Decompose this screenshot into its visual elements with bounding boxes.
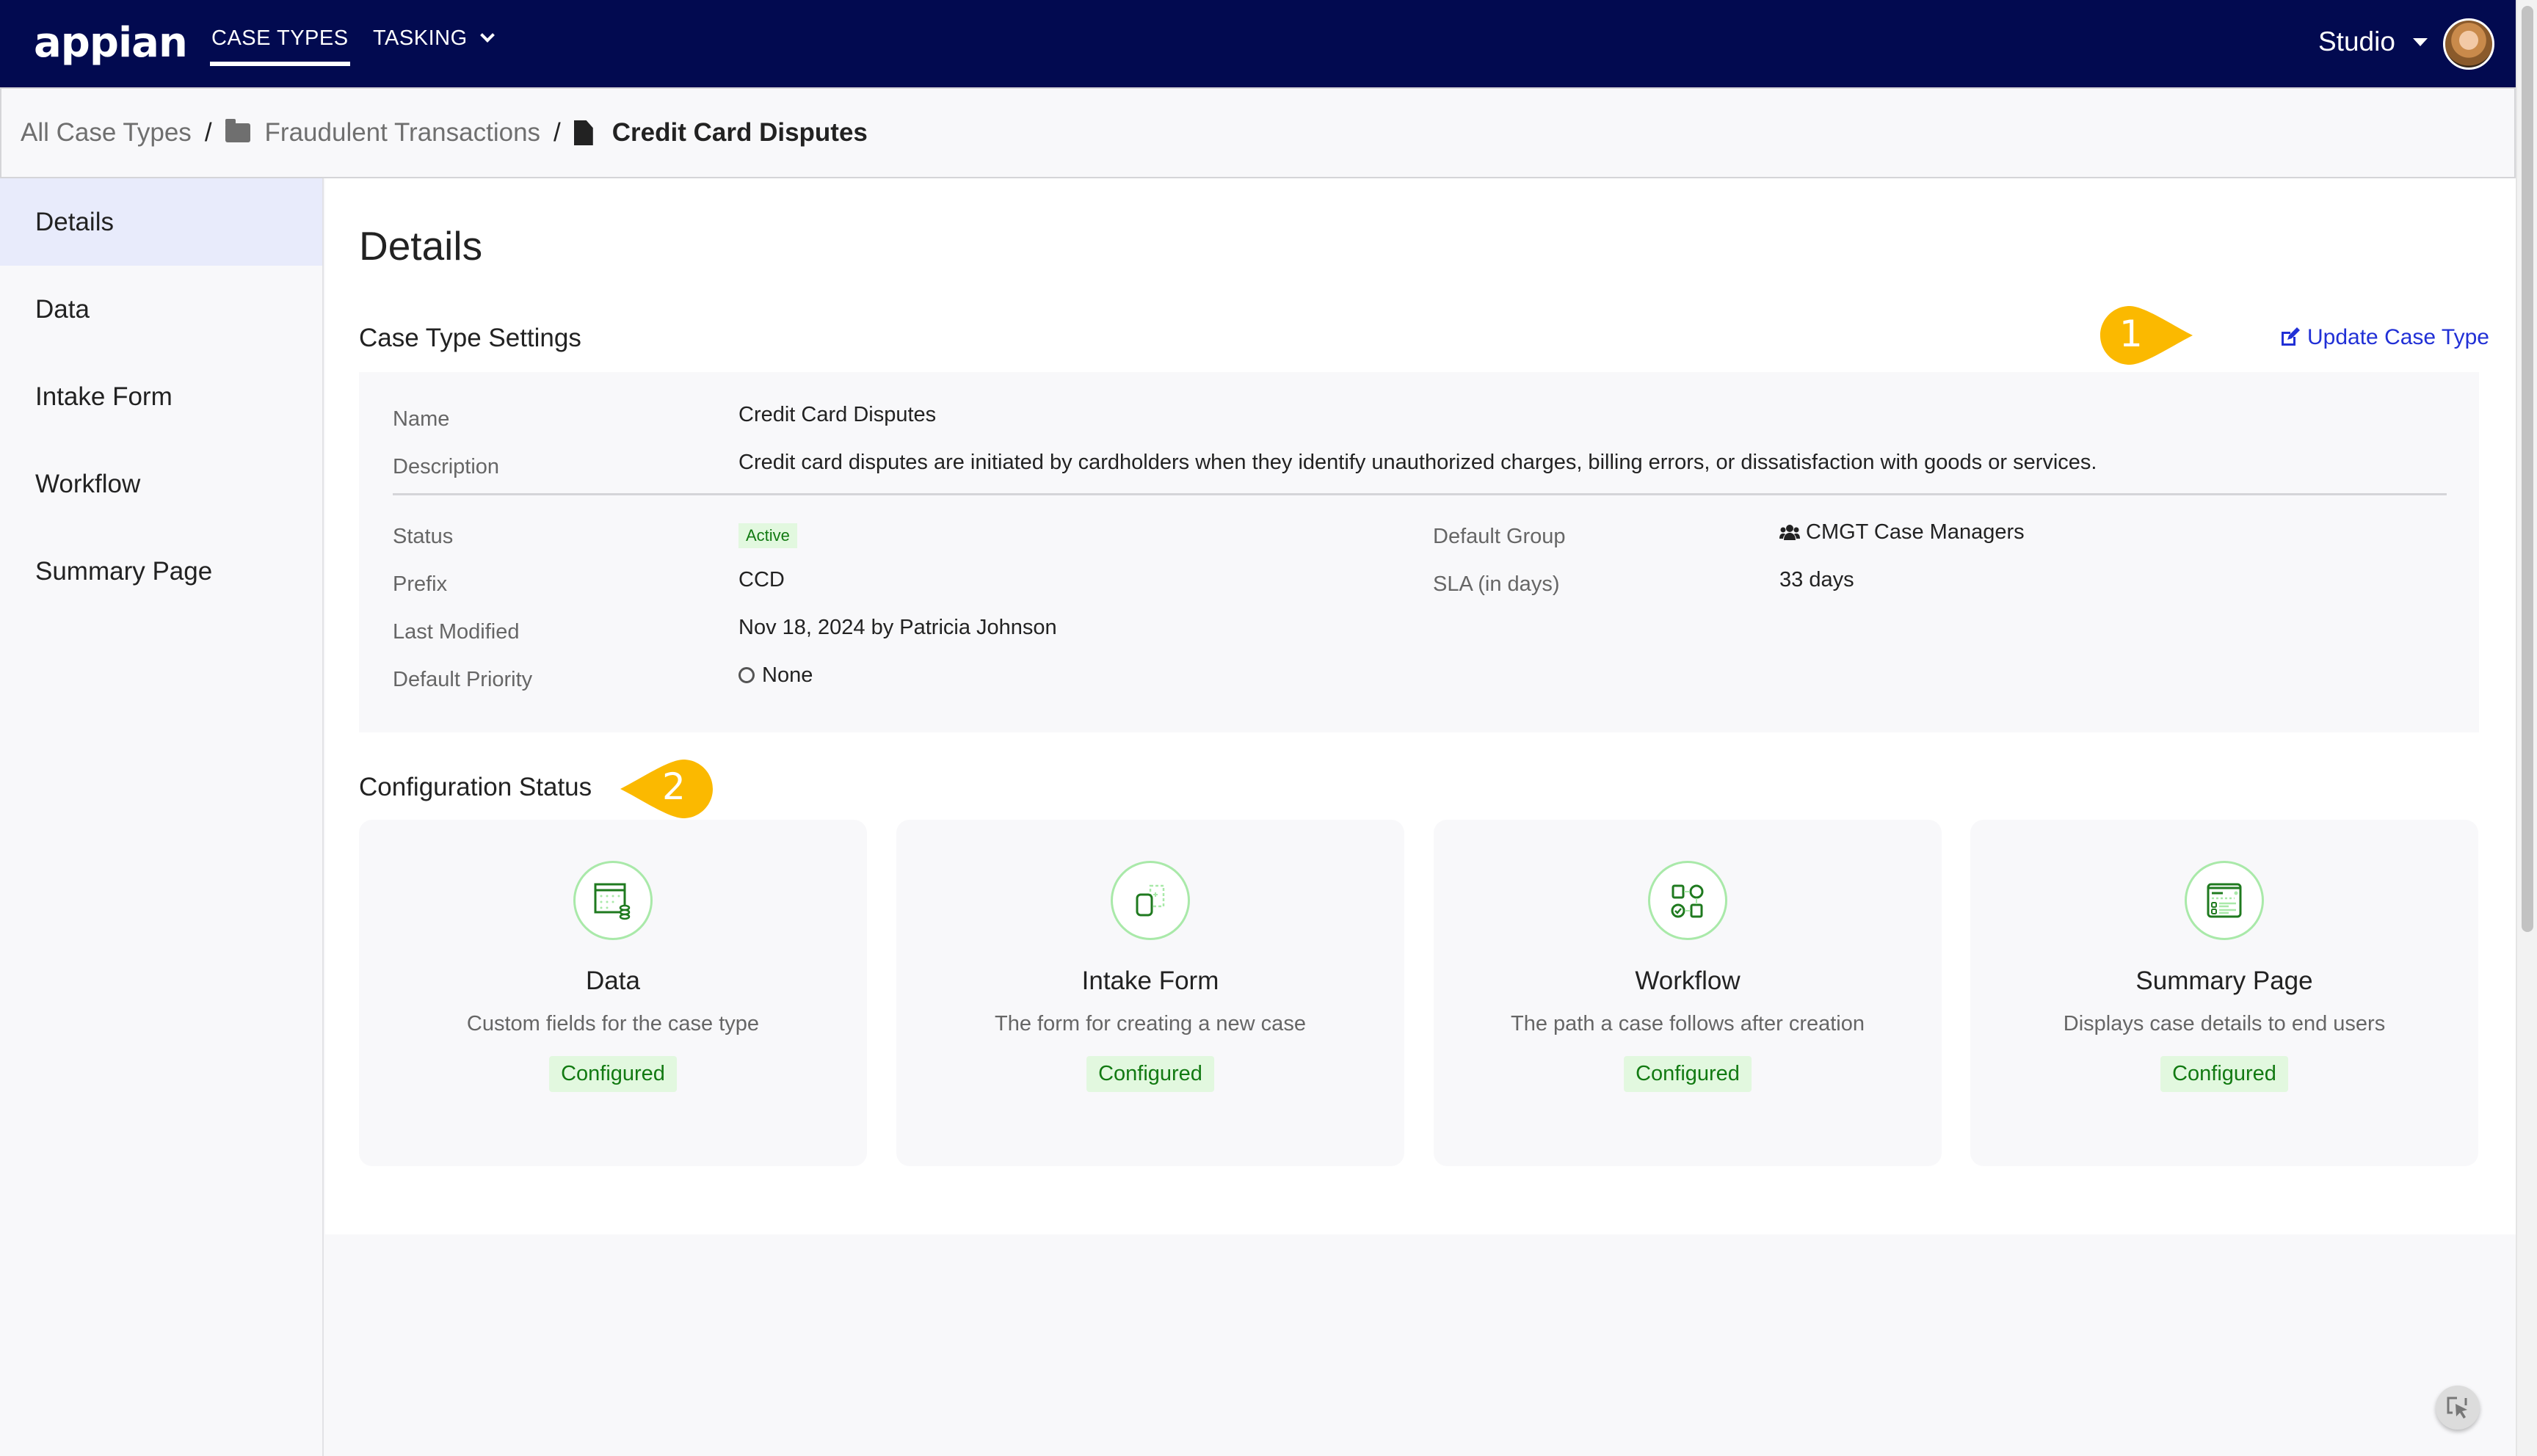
nav-tab-case-types[interactable]: CASE TYPES — [210, 26, 350, 66]
folder-icon — [225, 119, 250, 142]
description-label: Description — [393, 455, 500, 478]
vertical-scrollbar[interactable] — [2516, 0, 2537, 1456]
last-modified-value: Nov 18, 2024 by Patricia Johnson — [738, 616, 1057, 639]
sidebar-item-details[interactable]: Details — [0, 178, 322, 266]
prefix-value: CCD — [738, 568, 785, 592]
caret-down-icon — [2413, 38, 2428, 46]
chevron-down-icon — [480, 28, 496, 43]
default-group-label: Default Group — [1433, 525, 1566, 548]
update-case-type-link[interactable]: Update Case Type — [2279, 325, 2489, 350]
nav-tab-tasking[interactable]: TASKING — [373, 26, 496, 51]
users-group-icon — [1779, 525, 1800, 540]
card-description: Custom fields for the case type — [466, 1012, 760, 1035]
sla-value: 33 days — [1779, 568, 1854, 592]
active-tab-underline — [210, 62, 350, 66]
annotation-number-2: 2 — [662, 765, 686, 808]
page-title: Details — [359, 223, 483, 269]
sidebar-item-data[interactable]: Data — [0, 266, 322, 353]
sidebar-item-summary-page[interactable]: Summary Page — [0, 528, 322, 615]
default-priority-label: Default Priority — [393, 668, 533, 691]
last-modified-label: Last Modified — [393, 620, 520, 644]
configured-badge: Configured — [549, 1056, 677, 1092]
config-card-workflow[interactable]: Workflow The path a case follows after c… — [1434, 820, 1942, 1166]
breadcrumb: All Case Types / Fraudulent Transactions… — [21, 118, 868, 148]
config-card-intake-form[interactable]: Intake Form The form for creating a new … — [896, 820, 1404, 1166]
card-title: Workflow — [1635, 967, 1741, 995]
card-description: Displays case details to end users — [2063, 1012, 2386, 1035]
configured-badge: Configured — [1086, 1056, 1214, 1092]
status-badge: Active — [738, 523, 797, 548]
edit-icon — [2282, 327, 2300, 346]
studio-menu-button[interactable]: Studio — [2318, 26, 2428, 57]
file-icon — [573, 120, 593, 145]
configuration-status-heading: Configuration Status — [359, 773, 592, 801]
card-title: Summary Page — [2135, 967, 2313, 995]
intake-form-icon — [1111, 861, 1190, 940]
default-priority-value: None — [738, 663, 813, 688]
scrollbar-thumb[interactable] — [2522, 6, 2533, 932]
select-element-button[interactable] — [2436, 1386, 2480, 1430]
prefix-label: Prefix — [393, 572, 448, 596]
annotation-number-1: 1 — [2119, 313, 2143, 355]
config-card-summary-page[interactable]: Summary Page Displays case details to en… — [1970, 820, 2478, 1166]
sla-label: SLA (in days) — [1433, 572, 1560, 596]
status-label: Status — [393, 525, 454, 548]
main-content: Details Case Type Settings 1 Update Case… — [325, 178, 2516, 1234]
appian-logo[interactable]: appian — [34, 19, 188, 67]
sidebar: Details Data Intake Form Workflow Summar… — [0, 178, 324, 1456]
nav-tab-case-types-label: CASE TYPES — [211, 26, 349, 50]
settings-divider — [393, 493, 2447, 495]
case-type-settings-heading: Case Type Settings — [359, 324, 581, 352]
configured-badge: Configured — [1624, 1056, 1752, 1092]
breadcrumb-all-case-types[interactable]: All Case Types — [21, 118, 192, 148]
name-value: Credit Card Disputes — [738, 403, 937, 426]
default-group-value: CMGT Case Managers — [1779, 520, 2025, 545]
studio-label: Studio — [2318, 26, 2395, 57]
card-title: Data — [586, 967, 640, 995]
priority-circle-icon — [738, 667, 755, 683]
config-card-data[interactable]: Data Custom fields for the case type Con… — [359, 820, 867, 1166]
sidebar-item-intake-form[interactable]: Intake Form — [0, 353, 322, 440]
annotation-callout-1 — [2100, 306, 2193, 365]
top-navigation-bar: appian CASE TYPES TASKING Studio — [0, 0, 2516, 87]
breadcrumb-bar: All Case Types / Fraudulent Transactions… — [0, 87, 2516, 178]
name-label: Name — [393, 407, 450, 431]
configured-badge: Configured — [2160, 1056, 2288, 1092]
breadcrumb-current-page: Credit Card Disputes — [611, 118, 868, 147]
breadcrumb-fraudulent-transactions[interactable]: Fraudulent Transactions — [265, 118, 540, 148]
cursor-select-icon — [2447, 1397, 2467, 1419]
user-avatar[interactable] — [2443, 18, 2494, 70]
case-type-settings-panel: Name Credit Card Disputes Description Cr… — [359, 372, 2479, 732]
default-priority-text: None — [762, 663, 813, 687]
description-value: Credit card disputes are initiated by ca… — [738, 451, 2097, 474]
card-title: Intake Form — [1081, 967, 1219, 995]
breadcrumb-separator: / — [554, 118, 561, 147]
update-case-type-label: Update Case Type — [2307, 325, 2489, 349]
data-table-icon — [573, 861, 653, 940]
sidebar-item-workflow[interactable]: Workflow — [0, 440, 322, 528]
nav-tab-tasking-label: TASKING — [373, 26, 468, 50]
breadcrumb-separator: / — [204, 118, 212, 147]
workflow-icon — [1648, 861, 1727, 940]
card-description: The path a case follows after creation — [1511, 1012, 1865, 1035]
card-description: The form for creating a new case — [995, 1012, 1306, 1035]
default-group-text[interactable]: CMGT Case Managers — [1806, 520, 2025, 544]
summary-page-icon — [2185, 861, 2264, 940]
